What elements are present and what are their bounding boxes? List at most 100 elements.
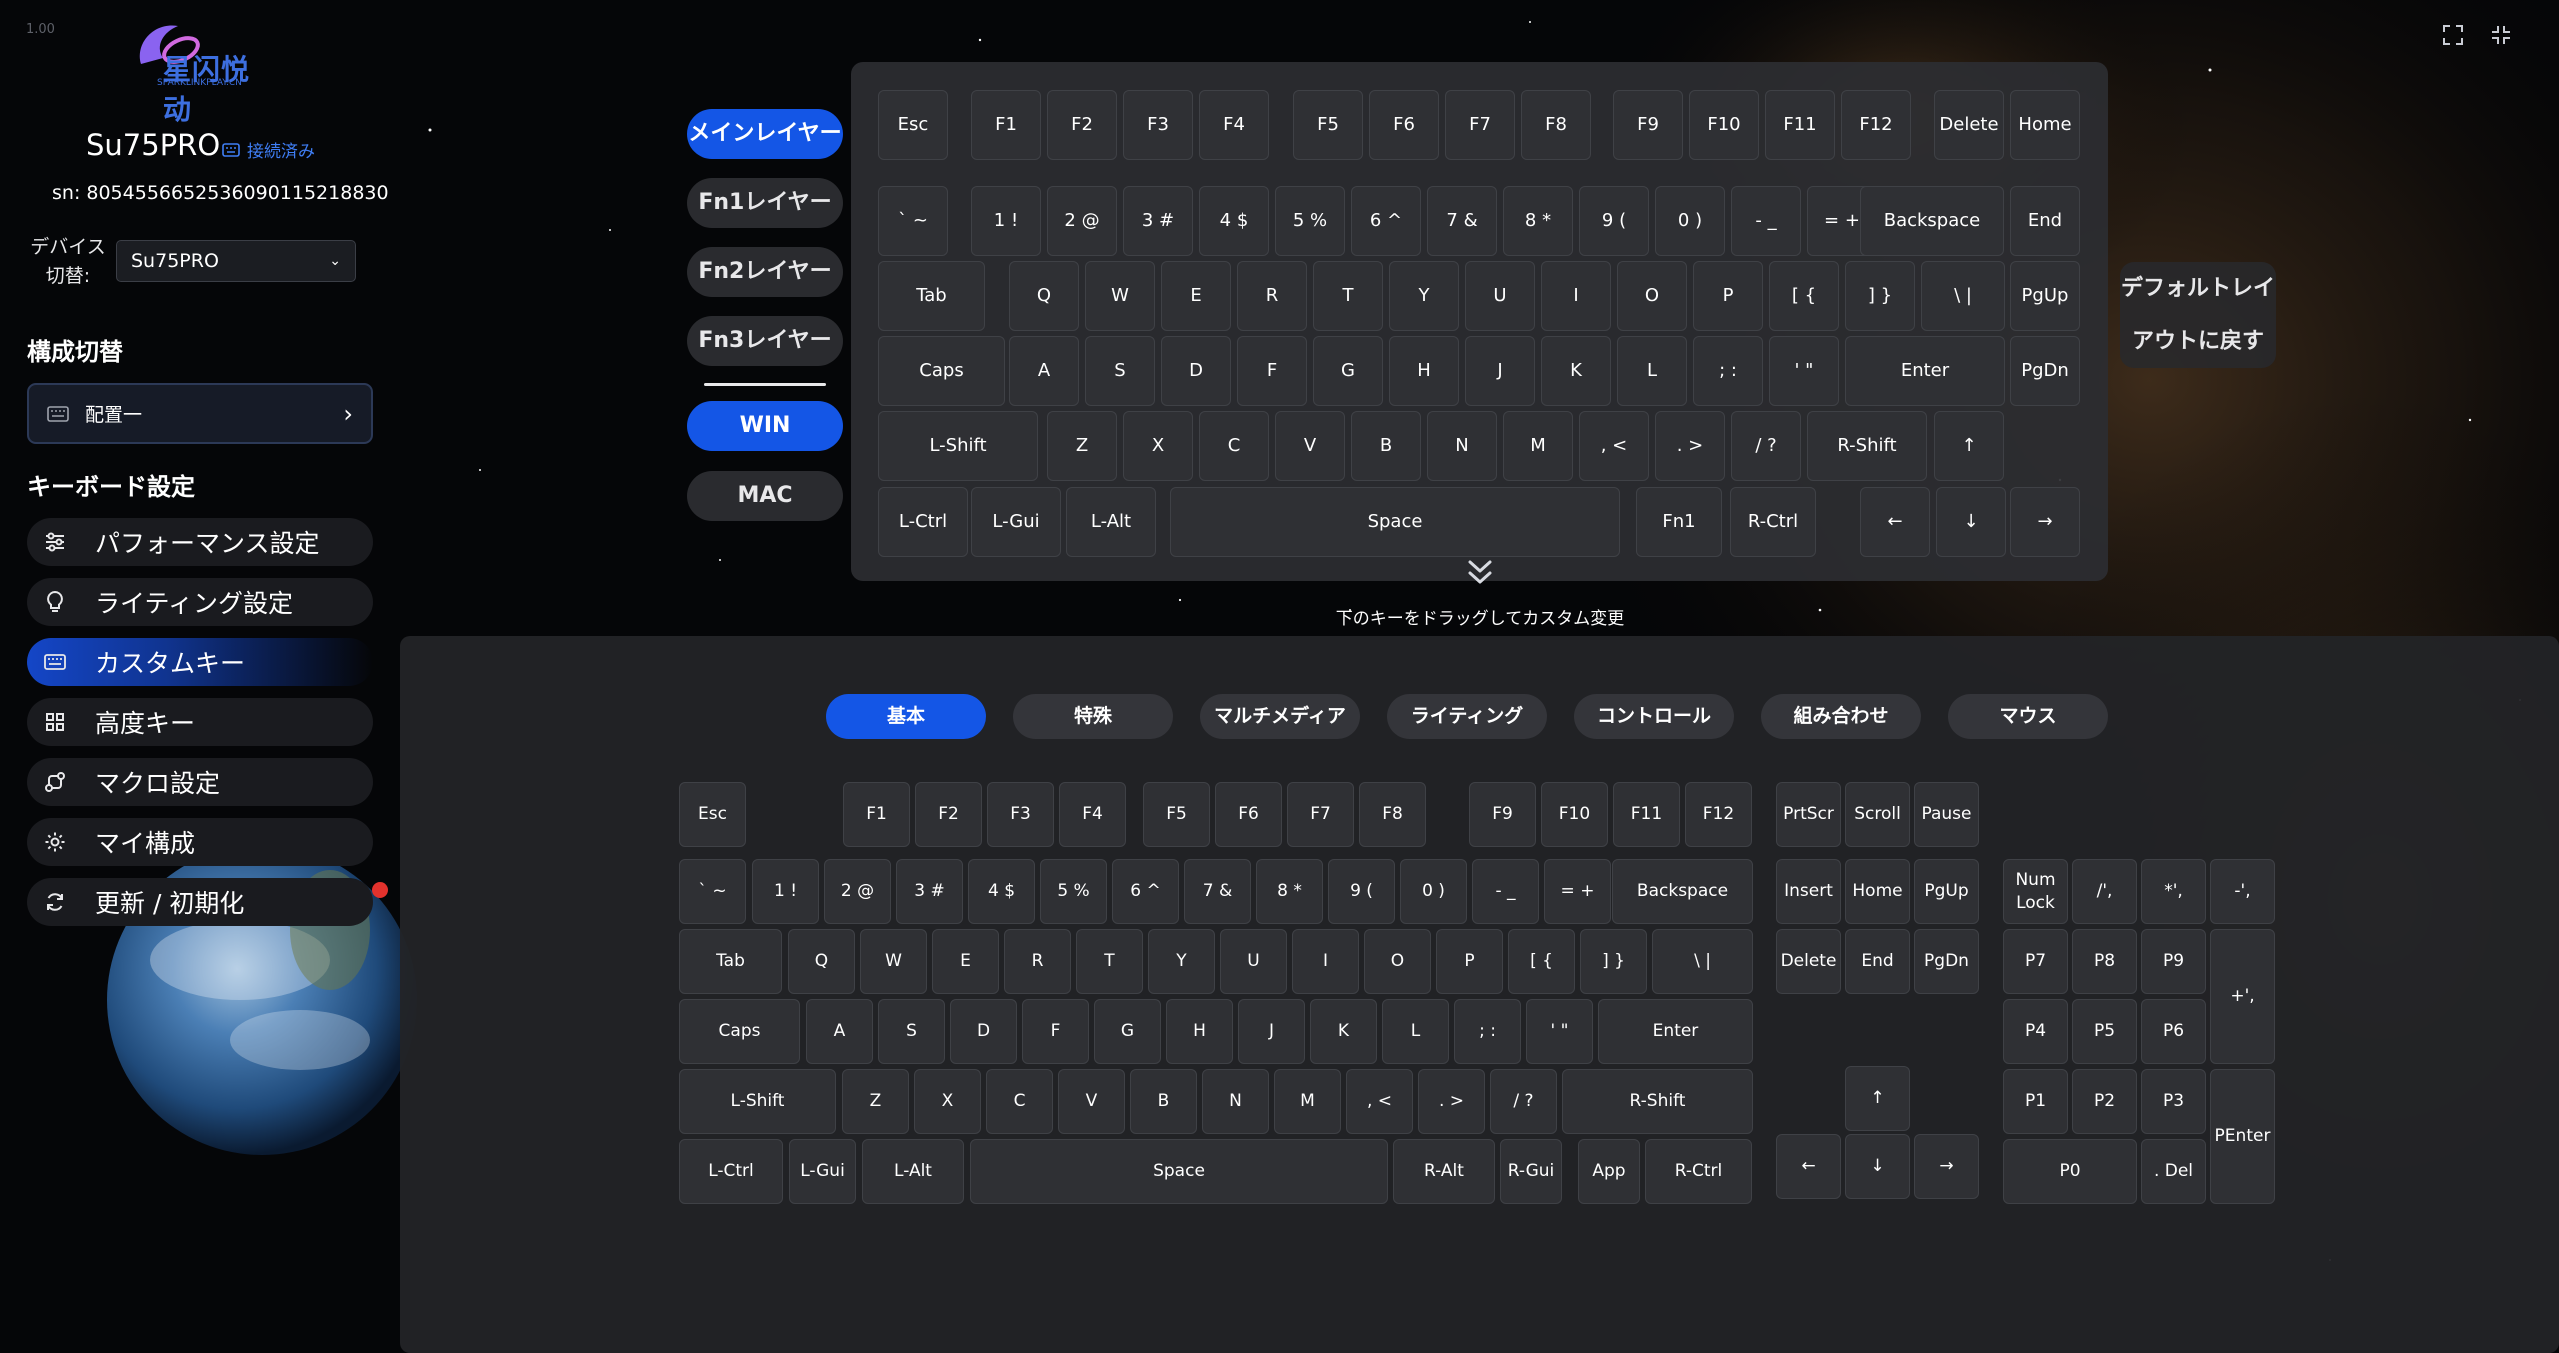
key-f12[interactable]: F12: [1841, 90, 1911, 160]
palette-key-7[interactable]: 7 &: [1184, 859, 1251, 924]
palette-key-5[interactable]: 5 %: [1040, 859, 1107, 924]
palette-key-p9[interactable]: P9: [2141, 929, 2206, 994]
key-sym-3-11[interactable]: ' ": [1769, 336, 1839, 406]
palette-key-d[interactable]: D: [950, 999, 1017, 1064]
menu-item-sliders[interactable]: パフォーマンス設定: [27, 518, 373, 566]
palette-key-h[interactable]: H: [1166, 999, 1233, 1064]
key-k[interactable]: K: [1541, 336, 1611, 406]
palette-key-e[interactable]: E: [932, 929, 999, 994]
key-f3[interactable]: F3: [1123, 90, 1193, 160]
palette-key-k[interactable]: K: [1310, 999, 1377, 1064]
key-1[interactable]: 1 !: [971, 186, 1041, 256]
key-i[interactable]: I: [1541, 261, 1611, 331]
palette-key-sym-2-11[interactable]: [ {: [1508, 929, 1575, 994]
palette-key-f7[interactable]: F7: [1287, 782, 1354, 847]
category-tab-4[interactable]: コントロール: [1574, 694, 1734, 739]
key-5[interactable]: 5 %: [1275, 186, 1345, 256]
key-f10[interactable]: F10: [1689, 90, 1759, 160]
key-delete[interactable]: Delete: [1934, 90, 2004, 160]
menu-item-grid[interactable]: 高度キー: [27, 698, 373, 746]
key-r-ctrl[interactable]: R-Ctrl: [1730, 487, 1816, 557]
palette-key-b[interactable]: B: [1130, 1069, 1197, 1134]
palette-key-sym-3-11[interactable]: ' ": [1526, 999, 1593, 1064]
palette-key-l-alt[interactable]: L-Alt: [862, 1139, 964, 1204]
key-b[interactable]: B: [1351, 411, 1421, 481]
key-a[interactable]: A: [1009, 336, 1079, 406]
key-f7[interactable]: F7: [1445, 90, 1515, 160]
palette-key-p[interactable]: P: [1436, 929, 1503, 994]
palette-key-l-shift[interactable]: L-Shift: [679, 1069, 836, 1134]
palette-key-sym-4-10[interactable]: / ?: [1490, 1069, 1557, 1134]
palette-key-backspace[interactable]: Backspace: [1612, 859, 1753, 924]
key-s[interactable]: S: [1085, 336, 1155, 406]
menu-item-macro[interactable]: マクロ設定: [27, 758, 373, 806]
key-pgdn[interactable]: PgDn: [2010, 336, 2080, 406]
key-l-gui[interactable]: L-Gui: [971, 487, 1061, 557]
key-8[interactable]: 8 *: [1503, 186, 1573, 256]
key-l[interactable]: L: [1617, 336, 1687, 406]
palette-key-pgdn[interactable]: PgDn: [1914, 929, 1979, 994]
key-esc[interactable]: Esc: [878, 90, 948, 160]
palette-key-c[interactable]: C: [986, 1069, 1053, 1134]
key-y[interactable]: Y: [1389, 261, 1459, 331]
key-backspace[interactable]: Backspace: [1860, 186, 2004, 256]
key-w[interactable]: W: [1085, 261, 1155, 331]
palette-key-r-gui[interactable]: R-Gui: [1500, 1139, 1562, 1204]
category-tab-5[interactable]: 組み合わせ: [1761, 694, 1921, 739]
palette-key-8[interactable]: 8 *: [1256, 859, 1323, 924]
palette-key-pgup[interactable]: PgUp: [1914, 859, 1979, 924]
palette-key-6[interactable]: 6 ^: [1112, 859, 1179, 924]
palette-key-n[interactable]: N: [1202, 1069, 1269, 1134]
key-sym-4-8[interactable]: , <: [1579, 411, 1649, 481]
key-r[interactable]: R: [1237, 261, 1307, 331]
palette-key-9[interactable]: 9 (: [1328, 859, 1395, 924]
palette-key-r[interactable]: R: [1004, 929, 1071, 994]
palette-key-w[interactable]: W: [860, 929, 927, 994]
palette-key-u[interactable]: U: [1220, 929, 1287, 994]
key-f[interactable]: F: [1237, 336, 1307, 406]
palette-key-f11[interactable]: F11: [1613, 782, 1680, 847]
palette-key-f1[interactable]: F1: [843, 782, 910, 847]
palette-key-v[interactable]: V: [1058, 1069, 1125, 1134]
palette-key-p4[interactable]: P4: [2003, 999, 2068, 1064]
key-p[interactable]: P: [1693, 261, 1763, 331]
expand-icon[interactable]: [2439, 24, 2467, 52]
key-f8[interactable]: F8: [1521, 90, 1591, 160]
palette-key-r-ctrl[interactable]: R-Ctrl: [1645, 1139, 1752, 1204]
palette-key-0[interactable]: 0 ): [1400, 859, 1467, 924]
key-d[interactable]: D: [1161, 336, 1231, 406]
key-f9[interactable]: F9: [1613, 90, 1683, 160]
palette-key-p5[interactable]: P5: [2072, 999, 2137, 1064]
key-3[interactable]: 3 #: [1123, 186, 1193, 256]
palette-key-f9[interactable]: F9: [1469, 782, 1536, 847]
category-tab-2[interactable]: マルチメディア: [1200, 694, 1360, 739]
palette-key-insert[interactable]: Insert: [1776, 859, 1841, 924]
palette-key-space[interactable]: Space: [970, 1139, 1388, 1204]
palette-key-num-lock[interactable]: Num Lock: [2003, 859, 2068, 924]
key-j[interactable]: J: [1465, 336, 1535, 406]
palette-key-g[interactable]: G: [1094, 999, 1161, 1064]
palette-key-4[interactable]: 4 $: [968, 859, 1035, 924]
key-c[interactable]: C: [1199, 411, 1269, 481]
key-g[interactable]: G: [1313, 336, 1383, 406]
key-sym-4-10[interactable]: / ?: [1731, 411, 1801, 481]
os-mac-button[interactable]: MAC: [687, 471, 843, 521]
palette-key-z[interactable]: Z: [842, 1069, 909, 1134]
palette-key-sym-3-0[interactable]: ↑: [1845, 1066, 1910, 1131]
double-chevron-down-icon[interactable]: [1462, 558, 1498, 588]
palette-key-delete[interactable]: Delete: [1776, 929, 1841, 994]
key-fn1[interactable]: Fn1: [1636, 487, 1722, 557]
palette-key-sym-1-3[interactable]: +',: [2210, 929, 2275, 1064]
layer-tab-0[interactable]: メインレイヤー: [687, 109, 843, 159]
palette-key-f5[interactable]: F5: [1143, 782, 1210, 847]
palette-key-o[interactable]: O: [1364, 929, 1431, 994]
palette-key-p3[interactable]: P3: [2141, 1069, 2206, 1134]
key-space[interactable]: Space: [1170, 487, 1620, 557]
palette-key-end[interactable]: End: [1845, 929, 1910, 994]
key-end[interactable]: End: [2010, 186, 2080, 256]
palette-key-sym-0-3[interactable]: -',: [2210, 859, 2275, 924]
key-sym-2-13[interactable]: \ |: [1921, 261, 2005, 331]
layer-tab-1[interactable]: Fn1レイヤー: [687, 178, 843, 228]
palette-key-p0[interactable]: P0: [2003, 1139, 2137, 1204]
key-caps[interactable]: Caps: [878, 336, 1005, 406]
